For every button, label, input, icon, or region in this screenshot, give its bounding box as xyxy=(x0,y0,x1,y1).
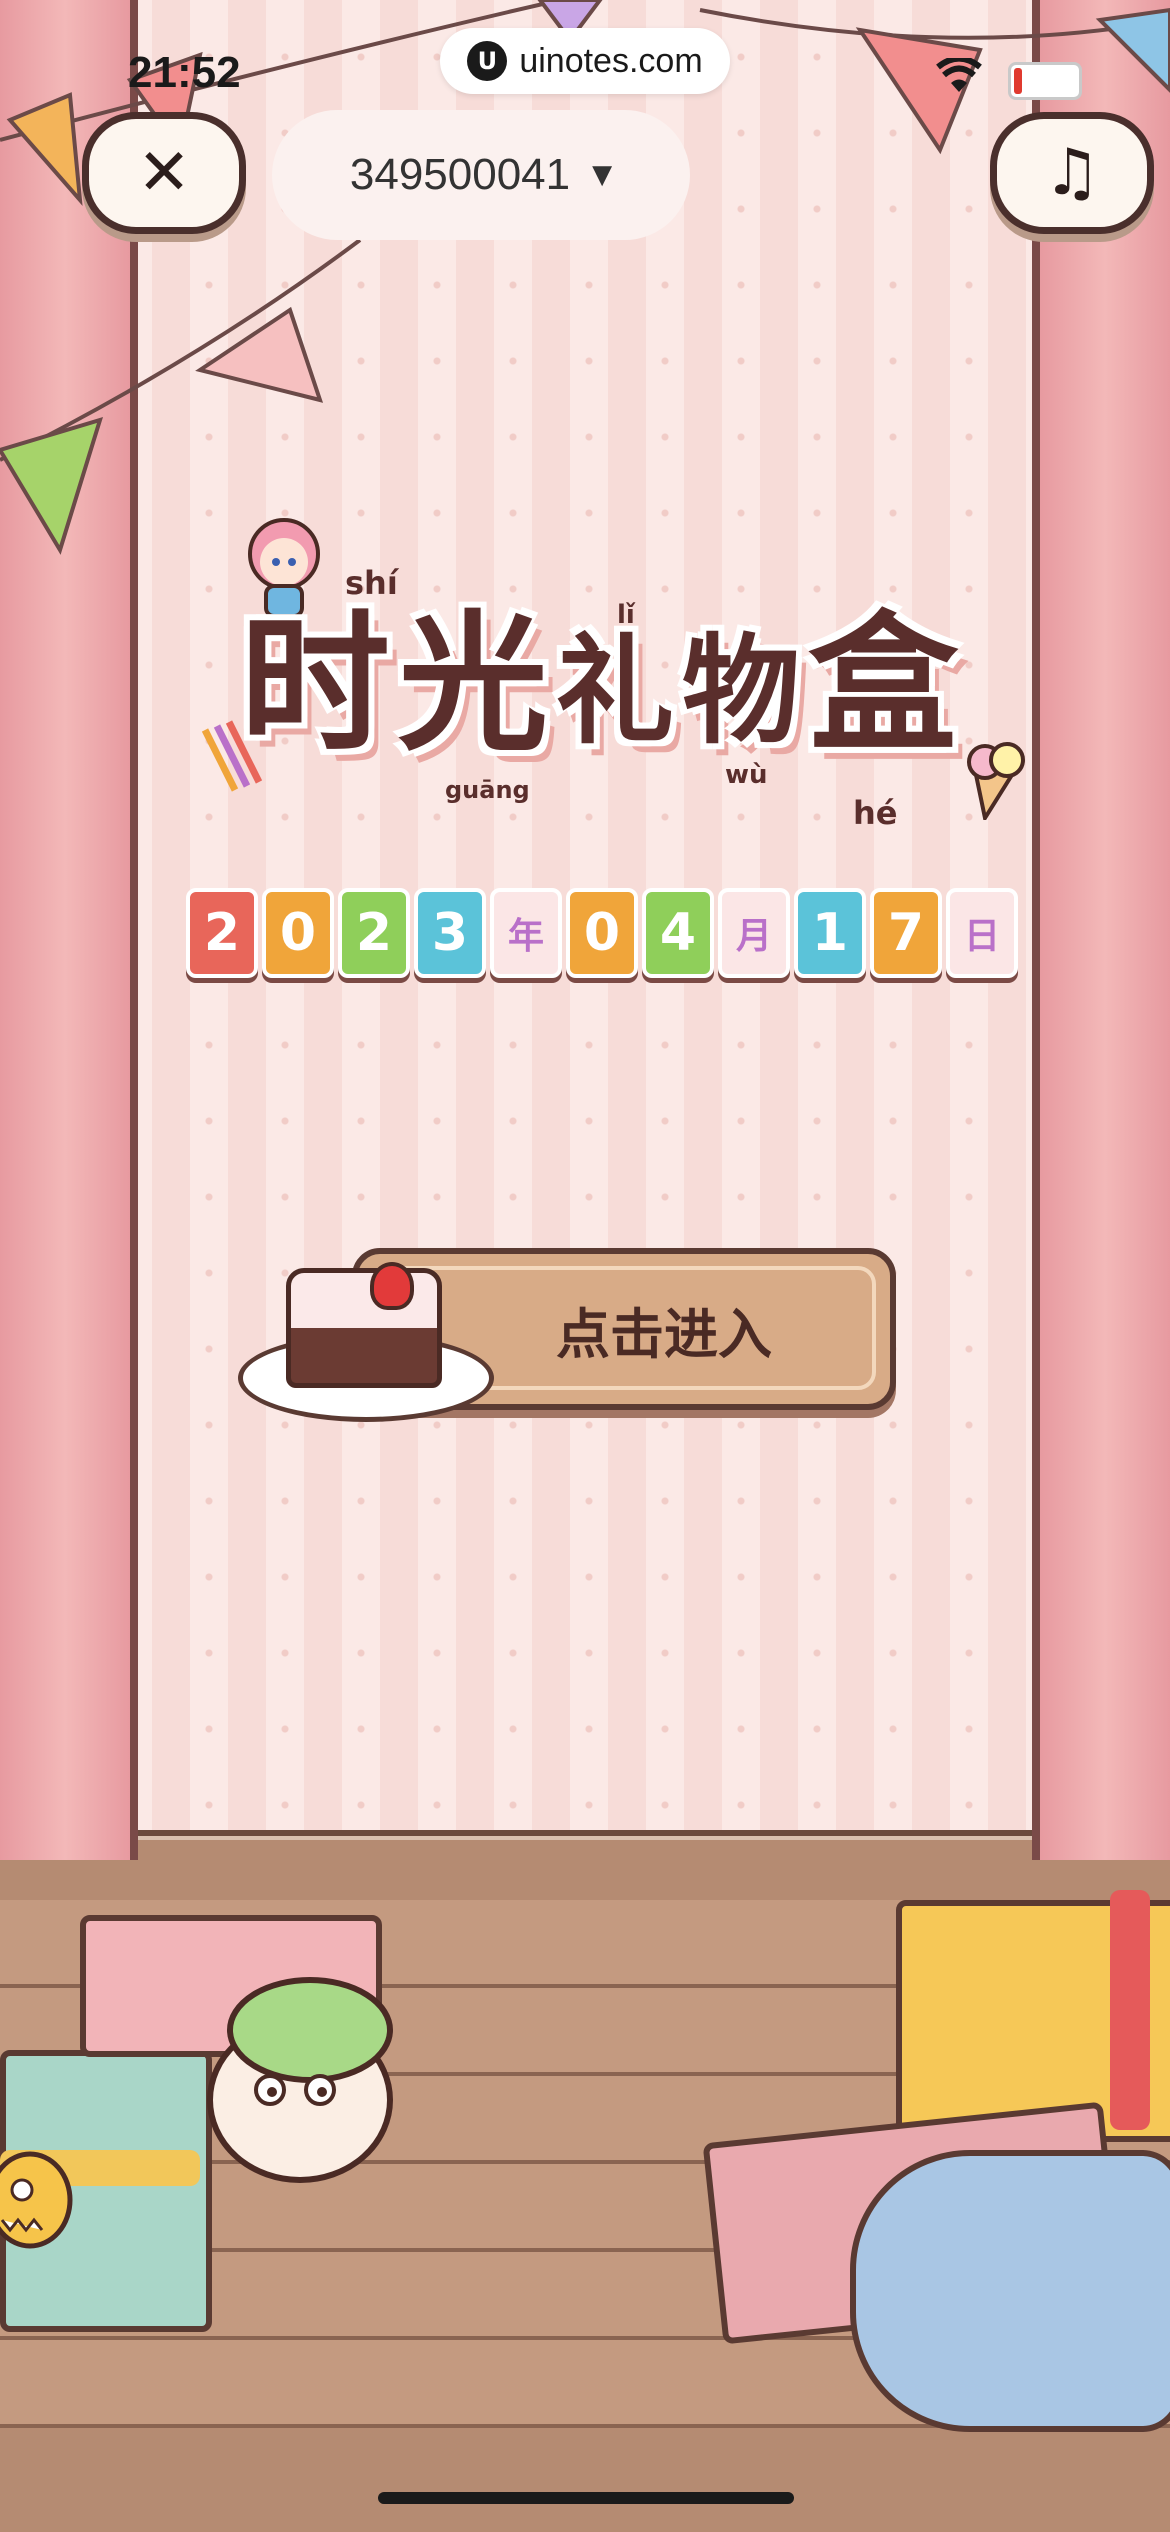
url-text: uinotes.com xyxy=(519,41,703,80)
status-time: 21:52 xyxy=(128,48,241,97)
title-pinyin-guang: guāng xyxy=(445,776,530,804)
cake-icon xyxy=(286,1268,442,1388)
date-tile: 0 xyxy=(566,888,638,978)
account-id-text: 349500041 xyxy=(349,150,571,199)
music-toggle-button[interactable]: ♫ xyxy=(990,112,1154,234)
ice-cream-icon xyxy=(967,742,1025,820)
wifi-icon xyxy=(936,58,982,92)
close-button[interactable]: ✕ xyxy=(82,112,246,234)
green-blob-character-icon xyxy=(207,1977,393,2183)
close-icon: ✕ xyxy=(137,136,191,210)
account-id-selector[interactable]: 349500041 ▼ xyxy=(272,110,690,240)
yellow-monster-icon xyxy=(0,2151,73,2249)
title-char: 光 xyxy=(398,598,549,772)
music-note-icon: ♫ xyxy=(1043,136,1101,210)
pencils-icon xyxy=(201,720,263,792)
date-display: 2 0 2 3 年 0 4 月 1 7 日 xyxy=(186,888,1018,978)
gift-ribbon xyxy=(1110,1890,1150,2130)
chevron-down-icon: ▼ xyxy=(592,160,613,190)
date-tile: 2 xyxy=(338,888,410,978)
date-tile: 4 xyxy=(642,888,714,978)
date-tile: 日 xyxy=(946,888,1018,978)
title-pinyin-he: hé xyxy=(853,794,898,832)
strawberry-icon xyxy=(370,1262,414,1310)
enter-game-label: 点击进入 xyxy=(556,1302,772,1366)
uinotes-logo-icon: U xyxy=(467,41,508,81)
date-tile: 3 xyxy=(414,888,486,978)
home-indicator xyxy=(378,2492,794,2504)
title-characters: 时 光 礼 物 盒 xyxy=(240,610,958,760)
date-tile: 年 xyxy=(490,888,562,978)
title-pinyin-wu: wù xyxy=(725,760,768,790)
date-tile: 1 xyxy=(794,888,866,978)
date-tile: 2 xyxy=(186,888,258,978)
title-pinyin-shi: shí xyxy=(345,564,398,602)
date-tile: 月 xyxy=(718,888,790,978)
battery-low-icon xyxy=(1008,62,1082,100)
game-start-screen: 21:52 U uinotes.com ✕ ♫ 349500041 ▼ shí … xyxy=(0,0,1170,2532)
game-title-logo: shí guāng lǐ wù hé 时 光 礼 物 盒 xyxy=(195,520,1035,850)
date-tile: 7 xyxy=(870,888,942,978)
heart-gift-box-icon xyxy=(850,2150,1170,2432)
title-char: 盒 xyxy=(808,598,959,772)
url-pill: U uinotes.com xyxy=(440,28,730,94)
date-tile: 0 xyxy=(262,888,334,978)
title-char: 礼 xyxy=(556,622,675,760)
title-char: 物 xyxy=(682,622,801,760)
